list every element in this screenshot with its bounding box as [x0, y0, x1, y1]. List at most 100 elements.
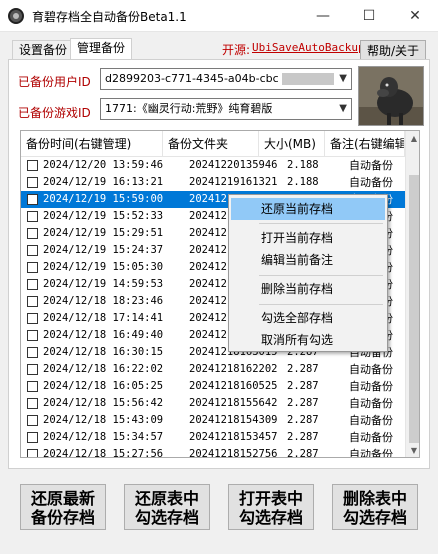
- cell-folder: 20241218155642: [189, 397, 278, 409]
- table-row[interactable]: 2024/12/18 15:27:56 20241218152756 2.287 自动…: [21, 446, 405, 458]
- menu-item-check-all[interactable]: 勾选全部存档: [231, 307, 385, 329]
- cell-time: 2024/12/20 13:59:46: [43, 159, 164, 171]
- menu-item-restore-current[interactable]: 还原当前存档: [231, 198, 385, 220]
- row-checkbox[interactable]: [27, 177, 38, 188]
- cell-size: 2.287: [287, 431, 319, 443]
- cell-time: 2024/12/18 15:56:42: [43, 397, 164, 409]
- column-header-note[interactable]: 备注(右键编辑: [325, 131, 405, 157]
- redacted-block: [282, 73, 335, 85]
- delete-checked-button[interactable]: 删除表中 勾选存档: [332, 484, 418, 530]
- user-id-select[interactable]: d2899203-c771-4345-a04b-cbc ▼: [100, 68, 352, 90]
- cell-time: 2024/12/19 15:24:37: [43, 244, 164, 256]
- row-checkbox[interactable]: [27, 228, 38, 239]
- row-checkbox[interactable]: [27, 364, 38, 375]
- scroll-thumb[interactable]: [409, 175, 419, 443]
- column-header-size[interactable]: 大小(MB): [259, 131, 325, 157]
- cell-note: 自动备份: [349, 397, 393, 410]
- cell-folder: 20241218153457: [189, 431, 278, 443]
- cell-time: 2024/12/18 17:14:41: [43, 312, 164, 324]
- cell-folder: 20241219161321: [189, 176, 278, 188]
- row-checkbox[interactable]: [27, 381, 38, 392]
- cell-time: 2024/12/19 15:52:33: [43, 210, 164, 222]
- scroll-down-icon[interactable]: ▼: [406, 443, 419, 457]
- cell-time: 2024/12/18 16:30:15: [43, 346, 164, 358]
- game-id-label: 已备份游戏ID: [18, 106, 91, 120]
- menu-item-edit-note[interactable]: 编辑当前备注: [231, 249, 385, 271]
- restore-checked-button[interactable]: 还原表中 勾选存档: [124, 484, 210, 530]
- row-checkbox[interactable]: [27, 262, 38, 273]
- button-line: 还原最新: [30, 489, 95, 508]
- table-row[interactable]: 2024/12/18 15:56:42 20241218155642 2.287 自动…: [21, 395, 405, 412]
- tab-manage-backup[interactable]: 管理备份: [70, 38, 133, 60]
- menu-separator: [259, 275, 383, 276]
- table-row[interactable]: 2024/12/18 15:43:09 20241218154309 2.287 自动…: [21, 412, 405, 429]
- window-title: 育碧存档全自动备份Beta1.1: [32, 10, 187, 24]
- table-row[interactable]: 2024/12/20 13:59:46 20241220135946 2.188 自动…: [21, 157, 405, 174]
- table-row[interactable]: 2024/12/18 15:34:57 20241218153457 2.287 自动…: [21, 429, 405, 446]
- chevron-down-icon: ▼: [339, 73, 347, 84]
- row-checkbox[interactable]: [27, 398, 38, 409]
- row-checkbox[interactable]: [27, 211, 38, 222]
- column-header-time[interactable]: 备份时间(右键管理): [21, 131, 163, 157]
- title-bar: 育碧存档全自动备份Beta1.1 — ☐ ✕: [0, 0, 438, 32]
- cell-folder: 20241220135946: [189, 159, 278, 171]
- row-checkbox[interactable]: [27, 449, 38, 457]
- cell-note: 自动备份: [349, 448, 393, 458]
- menu-item-open-current[interactable]: 打开当前存档: [231, 227, 385, 249]
- maximize-button[interactable]: ☐: [346, 0, 392, 32]
- menu-item-delete-current[interactable]: 删除当前存档: [231, 278, 385, 300]
- row-checkbox[interactable]: [27, 313, 38, 324]
- cell-time: 2024/12/19 16:13:21: [43, 176, 164, 188]
- column-header-folder[interactable]: 备份文件夹: [163, 131, 259, 157]
- row-checkbox[interactable]: [27, 296, 38, 307]
- menu-separator: [259, 223, 383, 224]
- cell-note: 自动备份: [349, 414, 393, 427]
- cell-folder: 20241218152756: [189, 448, 278, 458]
- button-line: 备份存档: [30, 508, 95, 527]
- cell-size: 2.287: [287, 397, 319, 409]
- row-checkbox[interactable]: [27, 347, 38, 358]
- cell-note: 自动备份: [349, 380, 393, 393]
- user-id-value: d2899203-c771-4345-a04b-cbc: [105, 72, 279, 85]
- table-row[interactable]: 2024/12/18 16:05:25 20241218160525 2.287 自动…: [21, 378, 405, 395]
- close-button[interactable]: ✕: [392, 0, 438, 32]
- cell-time: 2024/12/19 14:59:53: [43, 278, 164, 290]
- vertical-scrollbar[interactable]: ▲ ▼: [405, 131, 419, 457]
- button-line: 勾选存档: [238, 508, 303, 527]
- open-checked-button[interactable]: 打开表中 勾选存档: [228, 484, 314, 530]
- row-checkbox[interactable]: [27, 432, 38, 443]
- game-id-select[interactable]: 1771:《幽灵行动:荒野》纯育碧版 ▼: [100, 98, 352, 120]
- button-line: 删除表中: [342, 489, 407, 508]
- table-row[interactable]: 2024/12/18 16:22:02 20241218162202 2.287 自动…: [21, 361, 405, 378]
- minimize-button[interactable]: —: [300, 0, 346, 32]
- source-label: 开源:: [222, 43, 251, 57]
- row-checkbox[interactable]: [27, 194, 38, 205]
- table-row[interactable]: 2024/12/19 16:13:21 20241219161321 2.188 自动…: [21, 174, 405, 191]
- cell-size: 2.188: [287, 176, 319, 188]
- user-id-label: 已备份用户ID: [18, 75, 91, 89]
- cell-time: 2024/12/18 15:27:56: [43, 448, 164, 458]
- game-thumbnail: [358, 66, 424, 126]
- source-link[interactable]: UbiSaveAutoBackup: [252, 41, 365, 54]
- cell-time: 2024/12/19 15:29:51: [43, 227, 164, 239]
- menu-item-uncheck-all[interactable]: 取消所有勾选: [231, 329, 385, 351]
- cell-folder: 20241218160525: [189, 380, 278, 392]
- row-checkbox[interactable]: [27, 279, 38, 290]
- cell-time: 2024/12/18 15:43:09: [43, 414, 164, 426]
- row-checkbox[interactable]: [27, 330, 38, 341]
- scroll-up-icon[interactable]: ▲: [406, 131, 419, 147]
- restore-latest-button[interactable]: 还原最新 备份存档: [20, 484, 106, 530]
- cell-size: 2.287: [287, 363, 319, 375]
- row-checkbox[interactable]: [27, 160, 38, 171]
- cell-time: 2024/12/18 18:23:46: [43, 295, 164, 307]
- cell-note: 自动备份: [349, 363, 393, 376]
- cell-note: 自动备份: [349, 159, 393, 172]
- row-checkbox[interactable]: [27, 245, 38, 256]
- chevron-down-icon: ▼: [339, 103, 347, 114]
- button-line: 勾选存档: [342, 508, 407, 527]
- game-id-value: 1771:《幽灵行动:荒野》纯育碧版: [105, 102, 273, 115]
- cell-size: 2.287: [287, 448, 319, 458]
- tab-settings-backup[interactable]: 设置备份: [12, 40, 75, 60]
- button-line: 勾选存档: [134, 508, 199, 527]
- row-checkbox[interactable]: [27, 415, 38, 426]
